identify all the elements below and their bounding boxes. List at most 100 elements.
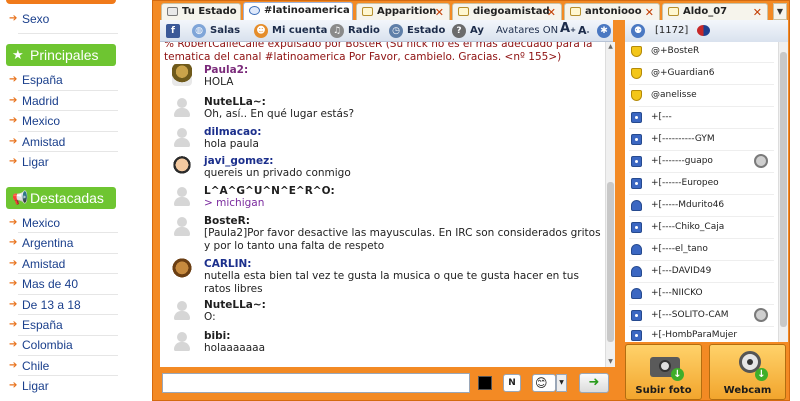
user-item[interactable]: +[-----Mdurito46 xyxy=(629,197,774,217)
mi-cuenta-button[interactable]: ☻ Mi cuenta xyxy=(254,24,327,38)
tab-latinoamerica[interactable]: #latinoamerica xyxy=(243,2,353,21)
user-item[interactable]: +[-------guapo xyxy=(629,153,774,173)
webcam-button[interactable]: ↓ Webcam xyxy=(709,344,786,400)
tab-antoniooo[interactable]: antoniooo ✕ xyxy=(564,3,660,20)
chat-bubble-icon xyxy=(362,7,373,16)
user-item[interactable]: +[----------GYM xyxy=(629,131,774,151)
message-nick[interactable]: bibi: xyxy=(204,330,230,342)
nav-link-espana-2[interactable]: ➔ España xyxy=(9,318,63,332)
user-item[interactable]: +[-HombParaMujer xyxy=(629,327,774,342)
send-button[interactable]: ➜ xyxy=(579,373,609,393)
message-nick[interactable]: NuteLLa~: xyxy=(204,299,266,311)
nav-link-mexico[interactable]: ➔ Mexico xyxy=(9,114,60,128)
avatar[interactable] xyxy=(174,217,190,237)
message-nick[interactable]: dilmacao: xyxy=(204,126,261,138)
text-color-picker[interactable] xyxy=(478,376,492,390)
user-item[interactable]: +[---DAVID49 xyxy=(629,263,774,283)
nav-link-amistad-2[interactable]: ➔ Amistad xyxy=(9,257,65,271)
nav-link-espana[interactable]: ➔ España xyxy=(9,73,63,87)
users-icon[interactable]: ⚉ xyxy=(631,24,645,38)
tab-diegoamistad[interactable]: diegoamistad ✕ xyxy=(452,3,562,20)
estado-button[interactable]: ◷ Estado xyxy=(389,24,445,38)
webcam-icon[interactable] xyxy=(754,154,768,168)
avatar[interactable] xyxy=(172,64,192,86)
chat-frame: Tu Estado #latinoamerica Apparition ✕ die… xyxy=(152,0,790,401)
user-separator xyxy=(629,84,774,85)
nav-link-chile[interactable]: ➔ Chile xyxy=(9,359,49,373)
tab-apparition[interactable]: Apparition ✕ xyxy=(356,3,450,20)
user-item[interactable]: @+Guardian6 xyxy=(629,65,774,85)
flag-icon[interactable] xyxy=(697,25,710,36)
webcam-icon[interactable] xyxy=(754,308,768,322)
nav-link-mas-de-40[interactable]: ➔ Mas de 40 xyxy=(9,277,78,291)
close-icon[interactable]: ✕ xyxy=(753,5,762,20)
nav-link-de-13-a-18[interactable]: ➔ De 13 a 18 xyxy=(9,298,81,312)
nav-separator xyxy=(18,110,118,111)
upload-photo-button[interactable]: ↓ Subir foto xyxy=(625,344,702,400)
emoji-dropdown-button[interactable]: ▼ xyxy=(556,374,567,392)
message-nick[interactable]: Paula2: xyxy=(204,64,248,76)
bold-button[interactable]: N xyxy=(503,374,521,392)
font-increase-button[interactable]: A+ xyxy=(560,22,576,37)
nav-separator xyxy=(18,90,118,91)
user-item[interactable]: +[----el_tano xyxy=(629,241,774,261)
avatar[interactable] xyxy=(174,98,190,118)
font-decrease-button[interactable]: A- xyxy=(578,24,589,39)
settings-button[interactable]: ✱ xyxy=(597,24,611,38)
avatar[interactable] xyxy=(174,128,190,148)
nav-separator xyxy=(18,355,118,356)
nav-link-ligar-2[interactable]: ➔ Ligar xyxy=(9,379,49,393)
nav-link-mexico-2[interactable]: ➔ Mexico xyxy=(9,216,60,230)
user-item[interactable]: +[----Chiko_Caja xyxy=(629,219,774,239)
camera-icon xyxy=(631,222,642,233)
nav-link-colombia[interactable]: ➔ Colombia xyxy=(9,338,73,352)
tab-aldo-07[interactable]: Aldo_07 ✕ xyxy=(662,3,768,20)
nav-separator xyxy=(18,131,118,132)
user-item[interactable]: @anelisse xyxy=(629,87,774,107)
nav-link-argentina[interactable]: ➔ Argentina xyxy=(9,236,73,250)
minus-icon: - xyxy=(586,28,590,36)
user-item[interactable]: +[------Europeo xyxy=(629,175,774,195)
help-icon: ? xyxy=(452,24,466,38)
userlist-toolbar: ⚉ [1172] xyxy=(625,20,788,42)
message-nick[interactable]: CARLIN: xyxy=(204,258,252,270)
message-nick[interactable]: NuteLLa~: xyxy=(204,96,266,108)
close-icon[interactable]: ✕ xyxy=(547,5,556,20)
scrollbar-thumb[interactable] xyxy=(780,52,787,327)
scroll-up-icon[interactable]: ▲ xyxy=(606,42,615,52)
salas-button[interactable]: ◍ Salas xyxy=(192,24,240,38)
avatar[interactable] xyxy=(174,332,190,352)
close-icon[interactable]: ✕ xyxy=(645,5,654,20)
nav-link-sexo[interactable]: ➔ Sexo xyxy=(9,12,49,26)
close-icon[interactable]: ✕ xyxy=(435,5,444,20)
facebook-button[interactable]: f xyxy=(166,24,180,38)
user-item[interactable]: +[--- xyxy=(629,109,774,129)
avatar[interactable] xyxy=(172,155,192,177)
tabs-dropdown-button[interactable]: ▼ xyxy=(773,3,787,20)
rooms-icon: ◍ xyxy=(192,24,206,38)
message-nick[interactable]: javi_gomez: xyxy=(204,155,273,167)
avatar[interactable] xyxy=(174,301,190,321)
message-input-row: N 😊 ▼ ➜ xyxy=(160,371,615,395)
message-input[interactable] xyxy=(162,373,470,393)
avatar[interactable] xyxy=(174,187,190,207)
emoji-button[interactable]: 😊 xyxy=(532,374,556,392)
ay-button[interactable]: ? Ay xyxy=(452,24,484,38)
user-item[interactable]: +[---SOLITO-CAM xyxy=(629,307,774,327)
arrow-icon: ➔ xyxy=(9,156,18,167)
message-nick[interactable]: L^A^G^U^N^E^R^O: xyxy=(204,185,335,197)
avatares-toggle[interactable]: Avatares ON xyxy=(496,24,558,38)
messages-scrollbar[interactable]: ▲ ▼ xyxy=(605,42,615,367)
nav-link-amistad[interactable]: ➔ Amistad xyxy=(9,135,65,149)
scroll-down-icon[interactable]: ▼ xyxy=(606,357,615,367)
avatar[interactable] xyxy=(172,258,192,280)
user-item[interactable]: +[---NIICKO xyxy=(629,285,774,305)
nav-link-ligar[interactable]: ➔ Ligar xyxy=(9,155,49,169)
nav-link-madrid[interactable]: ➔ Madrid xyxy=(9,94,59,108)
radio-button[interactable]: ♫ Radio xyxy=(330,24,380,38)
tab-tu-estado[interactable]: Tu Estado xyxy=(161,3,241,20)
userlist-scrollbar[interactable] xyxy=(778,42,788,342)
scrollbar-thumb[interactable] xyxy=(607,182,614,342)
message-nick[interactable]: BosteR: xyxy=(204,215,250,227)
user-item[interactable]: @+BosteR xyxy=(629,43,774,63)
